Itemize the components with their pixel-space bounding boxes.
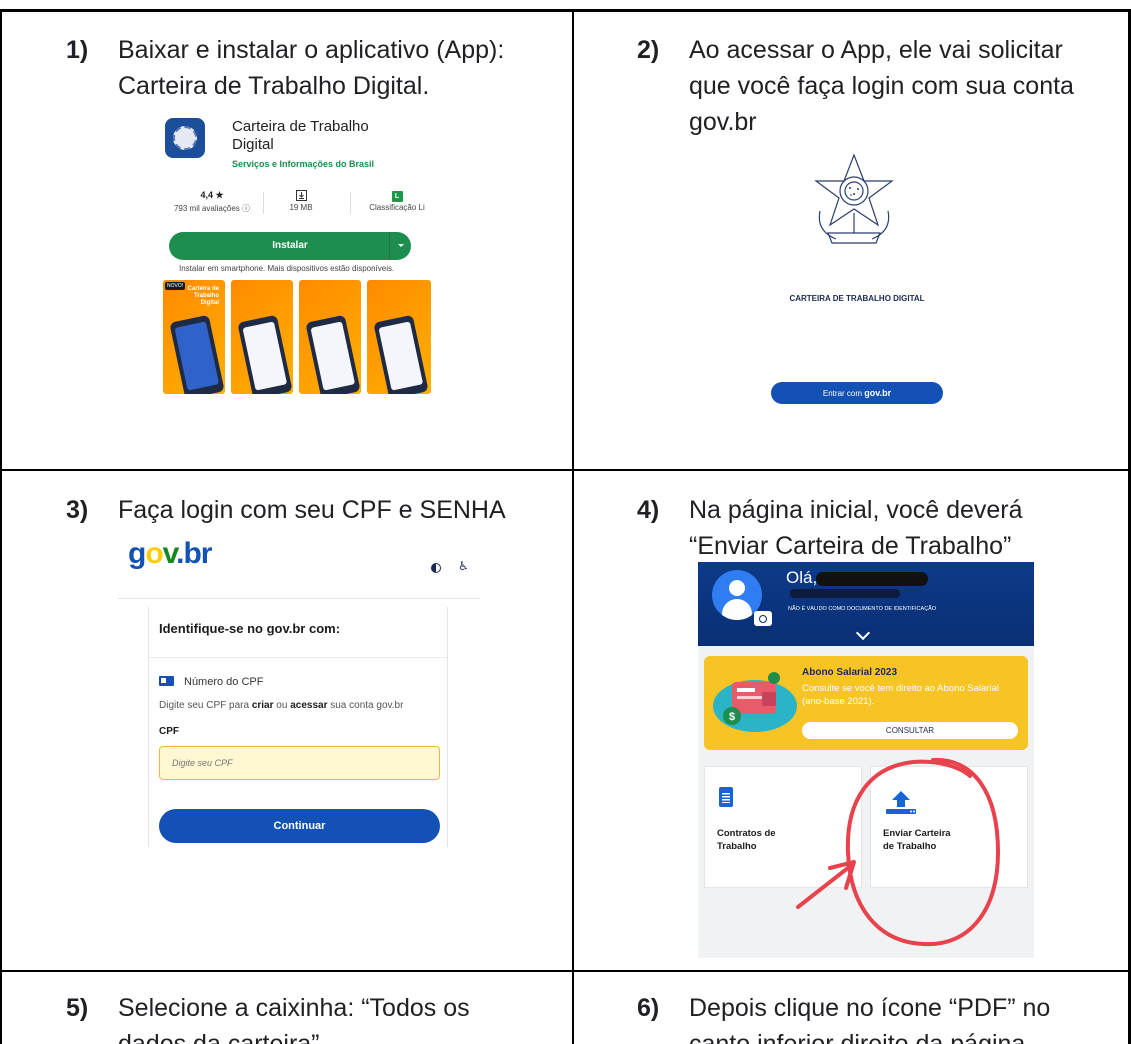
app-developer[interactable]: Serviços e Informações do Brasil (232, 159, 374, 169)
step-text-line: gov.br (689, 108, 757, 136)
cpf-input[interactable] (159, 746, 440, 780)
app-size: 19 MB (289, 203, 313, 212)
screenshot-card[interactable]: NOVO! Carteira de Trabalho Digital (163, 280, 225, 394)
step-number: 6) (637, 994, 660, 1022)
login-splash-screenshot: CARTEIRA DE TRABALHO DIGITAL Entrar com … (761, 137, 953, 411)
step-text-line: canto inferior direito da página (689, 1030, 1026, 1044)
id-card-icon (159, 676, 174, 686)
table-divider-row1 (0, 469, 1131, 471)
login-govbr-button[interactable]: Entrar com gov.br (771, 382, 943, 404)
stat-divider (350, 192, 351, 214)
table-divider-row2 (0, 970, 1131, 972)
step-text-line: dados da carteira” (118, 1030, 320, 1044)
desc-part: criar (251, 700, 274, 711)
card-caption: Carteira de Trabalho Digital (187, 286, 219, 306)
step-text: Baixar e instalar o aplicativo (App): Ca… (118, 32, 504, 104)
coat-of-arms-icon (814, 153, 894, 244)
phone-mockup (373, 314, 429, 394)
logo-letter: v (162, 537, 178, 570)
stat-divider (263, 192, 264, 214)
step-3: 3) Faça login com seu CPF e SENHA (66, 492, 556, 528)
age-rating-badge: L (363, 190, 431, 203)
login-button-brand: gov.br (864, 388, 892, 398)
login-card: Identifique-se no gov.br com: Número do … (148, 607, 448, 847)
step-text-line: Carteira de Trabalho Digital. (118, 72, 430, 100)
step-text-line: Baixar e instalar o aplicativo (App): (118, 36, 505, 64)
screenshot-card[interactable] (231, 280, 293, 394)
size-stat: 19 MB (281, 190, 321, 212)
step-text: Faça login com seu CPF e SENHA (118, 492, 506, 528)
contrast-icon[interactable] (431, 563, 441, 573)
logo-letter: g (128, 537, 146, 570)
cpf-option[interactable]: Número do CPF (159, 676, 263, 688)
continue-button[interactable]: Continuar (159, 809, 440, 843)
step-text-line: que você faça login com sua conta (689, 72, 1074, 100)
phone-mockup (305, 314, 361, 394)
desc-part: Digite seu CPF para (159, 700, 252, 711)
install-note: Instalar em smartphone. Mais dispositivo… (179, 264, 395, 273)
step-number: 5) (66, 994, 89, 1022)
table-border-top (0, 9, 1131, 12)
highlight-circle-annotation (796, 757, 1001, 947)
phone-mockup (237, 314, 293, 394)
step-1: 1) Baixar e instalar o aplicativo (App):… (66, 32, 556, 104)
step-text: Na página inicial, você deverá “Enviar C… (689, 492, 1023, 564)
step-text-line: Selecione a caixinha: “Todos os (118, 994, 470, 1022)
rating-value: 4,4 ★ (200, 190, 224, 200)
govbr-login-screenshot: gov.br ♿︎ Identifique-se no gov.br com: … (118, 537, 480, 847)
install-label: Instalar (272, 240, 308, 251)
accessibility-icon[interactable]: ♿︎ (458, 559, 469, 573)
step-text-line: “Enviar Carteira de Trabalho” (689, 532, 1012, 560)
card-divider (149, 657, 447, 658)
step-number: 1) (66, 36, 89, 64)
step-6: 6) Depois clique no ícone “PDF” no canto… (637, 990, 1117, 1044)
app-title: Carteira de Trabalho Digital (232, 118, 422, 154)
screenshot-card[interactable] (367, 280, 431, 394)
desc-part: ou (273, 700, 291, 711)
step-text-line: Ao acessar o App, ele vai solicitar (689, 36, 1063, 64)
step-4: 4) Na página inicial, você deverá “Envia… (637, 492, 1117, 564)
step-text: Selecione a caixinha: “Todos os dados da… (118, 990, 470, 1044)
login-button-prefix: Entrar com (822, 389, 863, 398)
reviews-count: 793 mil avaliações ⓘ (173, 204, 251, 213)
cpf-option-label: Número do CPF (184, 676, 264, 688)
step-text: Ao acessar o App, ele vai solicitar que … (689, 32, 1074, 140)
download-icon (281, 190, 321, 203)
step-text: Depois clique no ícone “PDF” no canto in… (689, 990, 1050, 1044)
desc-part: acessar (290, 700, 328, 711)
step-number: 4) (637, 496, 660, 524)
age-stat: L Classificação Li (363, 190, 431, 212)
step-text-line: Na página inicial, você deverá (689, 496, 1023, 524)
screenshot-card[interactable] (299, 280, 361, 394)
header-divider (118, 598, 480, 599)
step-2: 2) Ao acessar o App, ele vai solicitar q… (637, 32, 1117, 140)
govbr-logo: gov.br (128, 537, 212, 571)
step-text-line: Depois clique no ícone “PDF” no (689, 994, 1051, 1022)
age-label: Classificação Li (369, 203, 425, 212)
age-badge-letter: L (391, 191, 403, 202)
app-name-label: CARTEIRA DE TRABALHO DIGITAL (789, 294, 925, 303)
rating-stat: 4,4 ★ 793 mil avaliações ⓘ (167, 190, 257, 214)
table-border-left (0, 9, 2, 1044)
step-text-line: Faça login com seu CPF e SENHA (118, 496, 506, 524)
desc-part: sua conta gov.br (327, 700, 404, 711)
logo-letter: .br (176, 537, 212, 570)
app-home-screenshot: Olá, NÃO É VÁLIDO COMO DOCUMENTO DE IDEN… (698, 562, 1034, 958)
table-divider-vertical (572, 9, 574, 1044)
step-5: 5) Selecione a caixinha: “Todos os dados… (66, 990, 556, 1044)
phone-mockup (169, 314, 225, 394)
install-button[interactable]: Instalar (169, 232, 411, 260)
app-title-line: Carteira de Trabalho (232, 118, 369, 135)
app-icon (165, 118, 205, 158)
cpf-description: Digite seu CPF para criar ou acessar sua… (159, 700, 403, 711)
logo-letter: o (145, 537, 163, 570)
install-dropdown-icon[interactable] (389, 232, 411, 260)
app-title-line: Digital (232, 136, 274, 153)
cpf-field-label: CPF (159, 726, 179, 737)
step-number: 3) (66, 496, 89, 524)
appstore-screenshot: Carteira de Trabalho Digital Serviços e … (163, 112, 431, 397)
step-number: 2) (637, 36, 660, 64)
login-heading: Identifique-se no gov.br com: (159, 621, 341, 636)
